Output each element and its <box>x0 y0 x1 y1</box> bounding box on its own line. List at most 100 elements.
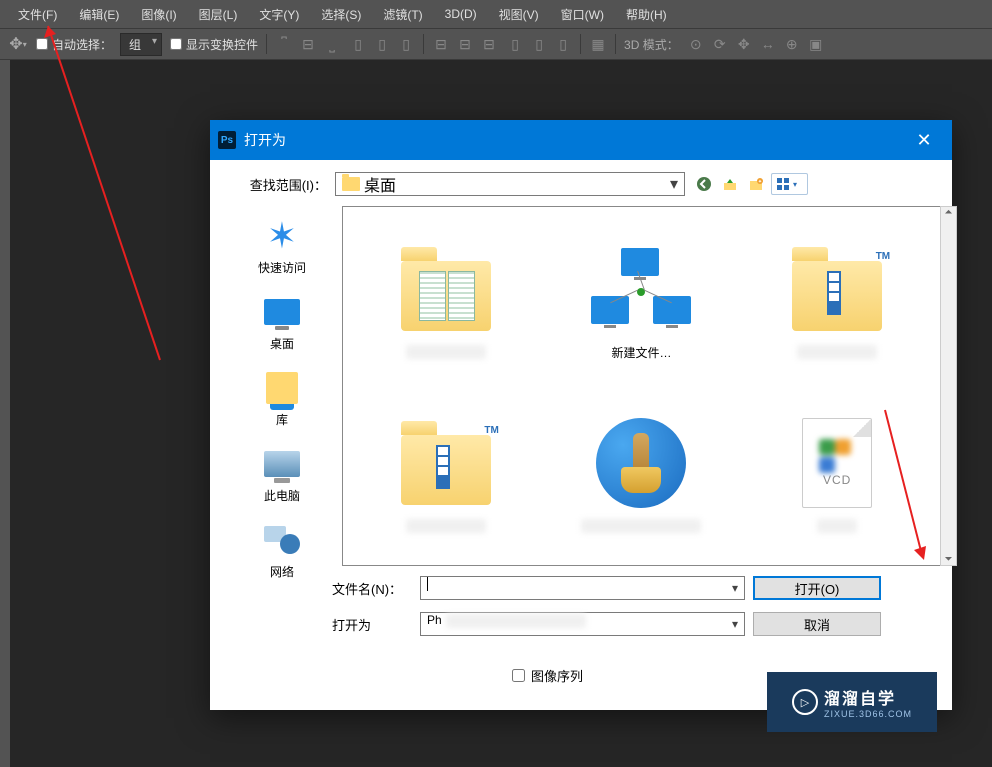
photoshop-icon: Ps <box>218 131 236 149</box>
back-button[interactable] <box>693 173 715 195</box>
auto-select-dropdown[interactable]: 组 <box>120 33 162 56</box>
file-item-folder-1[interactable] <box>353 217 539 381</box>
3d-slide-icon[interactable]: ↔ <box>759 35 777 53</box>
move-tool-icon[interactable]: ✥▾ <box>8 34 28 54</box>
menu-help[interactable]: 帮助(H) <box>616 2 677 27</box>
close-button[interactable]: ✕ <box>904 120 944 160</box>
app-menu-bar: 文件(F) 编辑(E) 图像(I) 图层(L) 文字(Y) 选择(S) 滤镜(T… <box>0 0 992 28</box>
file-label <box>406 519 486 533</box>
sidebar-item-quick-access[interactable]: ✶ 快速访问 <box>258 216 306 276</box>
options-bar: ✥▾ 自动选择： 组 显示变换控件 ⎴ ⊟ ⎵ ▯ ▯ ▯ ⊟ ⊟ ⊟ ▯ ▯ … <box>0 28 992 60</box>
auto-select-checkbox[interactable] <box>36 38 48 50</box>
dist-2-icon[interactable]: ⊟ <box>456 35 474 53</box>
dist-1-icon[interactable]: ⊟ <box>432 35 450 53</box>
menu-select[interactable]: 选择(S) <box>311 2 371 27</box>
divider <box>266 34 267 54</box>
folder-icon <box>792 261 882 331</box>
lookup-value: 桌面 <box>364 172 396 196</box>
open-as-label: 打开为 <box>332 615 412 634</box>
folder-icon <box>401 261 491 331</box>
3d-orbit-icon[interactable]: ⊙ <box>687 35 705 53</box>
align-bottom-icon[interactable]: ⎵ <box>323 35 341 53</box>
align-hcenter-icon[interactable]: ▯ <box>373 35 391 53</box>
open-as-dropdown[interactable]: Ph <box>420 612 745 636</box>
dist-4-icon[interactable]: ▯ <box>506 35 524 53</box>
divider <box>580 34 581 54</box>
play-icon: ▷ <box>792 689 818 715</box>
scrollbar[interactable]: ⏶⏷ <box>940 206 957 566</box>
3d-roll-icon[interactable]: ⟳ <box>711 35 729 53</box>
file-label <box>406 345 486 359</box>
lookup-dropdown[interactable]: 桌面 <box>335 172 685 196</box>
folder-icon <box>401 435 491 505</box>
3d-pan-icon[interactable]: ✥ <box>735 35 753 53</box>
image-sequence-checkbox[interactable] <box>512 669 525 682</box>
3d-group: ⊙ ⟳ ✥ ↔ ⊕ ▣ <box>687 35 825 53</box>
file-item-folder-tm[interactable] <box>744 217 930 381</box>
distribute-group-1: ⊟ ⊟ ⊟ <box>432 35 498 53</box>
divider <box>615 34 616 54</box>
dist-6-icon[interactable]: ▯ <box>554 35 572 53</box>
auto-select-label: 自动选择： <box>52 36 112 53</box>
menu-layer[interactable]: 图层(L) <box>189 2 248 27</box>
network-folder-icon <box>591 248 691 328</box>
menu-file[interactable]: 文件(F) <box>8 2 67 27</box>
file-label <box>581 519 701 533</box>
align-group-1: ⎴ ⊟ ⎵ <box>275 35 341 53</box>
cancel-button[interactable]: 取消 <box>753 612 881 636</box>
svg-text:✦: ✦ <box>758 179 762 185</box>
filename-label: 文件名(N)： <box>332 579 412 598</box>
sidebar-item-network[interactable]: 网络 <box>262 520 302 580</box>
open-button[interactable]: 打开(O) <box>753 576 881 600</box>
auto-align-icon[interactable]: ▦ <box>589 35 607 53</box>
divider <box>423 34 424 54</box>
new-folder-button[interactable]: ✦ <box>745 173 767 195</box>
align-left-icon[interactable]: ▯ <box>349 35 367 53</box>
file-item-folder-tm-2[interactable] <box>353 391 539 555</box>
file-label <box>817 519 857 533</box>
vcd-file-icon: VCD <box>802 418 872 508</box>
3d-camera-icon[interactable]: ▣ <box>807 35 825 53</box>
align-vcenter-icon[interactable]: ⊟ <box>299 35 317 53</box>
sidebar-item-this-pc[interactable]: 此电脑 <box>262 444 302 504</box>
file-item-network-folder[interactable]: 新建文件… <box>549 217 735 381</box>
folder-icon <box>342 177 360 191</box>
left-toolbar <box>0 60 10 760</box>
align-group-2: ▯ ▯ ▯ <box>349 35 415 53</box>
desktop-icon <box>264 299 300 325</box>
library-icon <box>266 372 298 404</box>
3d-mode-label: 3D 模式： <box>624 36 679 53</box>
sidebar-item-desktop[interactable]: 桌面 <box>262 292 302 352</box>
up-button[interactable] <box>719 173 741 195</box>
cleaner-app-icon <box>591 413 691 513</box>
dialog-title: 打开为 <box>244 130 896 150</box>
lookup-label: 查找范围(I)： <box>222 175 327 194</box>
show-transform-label: 显示变换控件 <box>186 36 258 53</box>
align-top-icon[interactable]: ⎴ <box>275 35 293 53</box>
menu-view[interactable]: 视图(V) <box>489 2 549 27</box>
open-as-dialog: Ps 打开为 ✕ 查找范围(I)： 桌面 ✦ <box>210 120 952 710</box>
menu-edit[interactable]: 编辑(E) <box>69 2 129 27</box>
menu-window[interactable]: 窗口(W) <box>551 2 614 27</box>
sidebar-item-library[interactable]: 库 <box>262 368 302 428</box>
menu-image[interactable]: 图像(I) <box>131 2 186 27</box>
dist-3-icon[interactable]: ⊟ <box>480 35 498 53</box>
file-label: 新建文件… <box>611 344 671 361</box>
view-menu-button[interactable] <box>771 173 808 195</box>
file-item-vcd[interactable]: VCD <box>744 391 930 555</box>
file-browser-grid[interactable]: ⏶⏷ 新建文件… <box>342 206 940 566</box>
places-sidebar: ✶ 快速访问 桌面 库 此电脑 网络 <box>222 206 342 566</box>
quick-access-icon: ✶ <box>267 215 297 257</box>
distribute-group-2: ▯ ▯ ▯ <box>506 35 572 53</box>
show-transform-checkbox[interactable] <box>170 38 182 50</box>
dialog-titlebar: Ps 打开为 ✕ <box>210 120 952 160</box>
dist-5-icon[interactable]: ▯ <box>530 35 548 53</box>
align-right-icon[interactable]: ▯ <box>397 35 415 53</box>
file-label <box>797 345 877 359</box>
menu-type[interactable]: 文字(Y) <box>249 2 309 27</box>
3d-zoom-icon[interactable]: ⊕ <box>783 35 801 53</box>
file-item-cleaner[interactable] <box>549 391 735 555</box>
menu-3d[interactable]: 3D(D) <box>435 3 487 25</box>
filename-input[interactable] <box>420 576 745 600</box>
menu-filter[interactable]: 滤镜(T) <box>373 2 432 27</box>
